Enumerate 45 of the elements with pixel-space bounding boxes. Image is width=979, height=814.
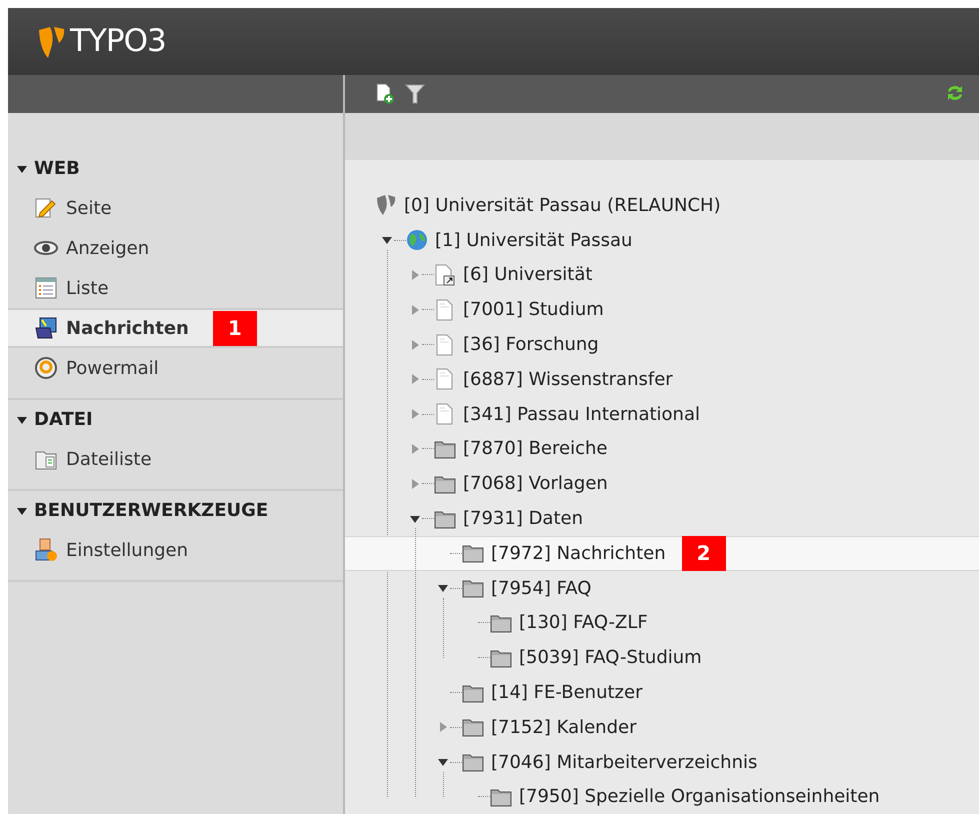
section-heading: DATEI bbox=[34, 408, 93, 432]
tree-node[interactable]: [5039] FAQ-Studium bbox=[345, 640, 979, 676]
collapse-arrow-icon[interactable] bbox=[437, 756, 449, 768]
tree-node[interactable]: [7931] Daten bbox=[345, 501, 979, 536]
module-link[interactable]: Liste bbox=[8, 268, 343, 308]
tree-node[interactable]: [7972] Nachrichten 2 bbox=[345, 536, 979, 571]
logo-icon bbox=[375, 194, 397, 216]
tree-node[interactable]: [7046] Mitarbeiterverzeichnis bbox=[345, 744, 979, 780]
globe-icon bbox=[406, 229, 428, 252]
tree-node[interactable]: [7950] Spezielle Organisationseinheiten bbox=[345, 780, 979, 814]
user-gear-icon bbox=[34, 538, 58, 562]
tree-node[interactable]: [341] Passau International bbox=[345, 396, 979, 432]
at-sign-icon bbox=[34, 356, 58, 380]
tree-node[interactable]: [130] FAQ-ZLF bbox=[345, 606, 979, 640]
filter-icon[interactable] bbox=[405, 83, 425, 105]
new-page-icon[interactable] bbox=[375, 83, 395, 105]
tree-node[interactable]: [7152] Kalender bbox=[345, 710, 979, 745]
section-heading: WEB bbox=[34, 157, 80, 181]
module-link[interactable]: Seite bbox=[8, 188, 343, 228]
tree-node[interactable]: [7001] Studium bbox=[345, 292, 979, 328]
tree-node[interactable]: [36] Forschung bbox=[345, 327, 979, 362]
tree-node[interactable]: [1] Universität Passau bbox=[345, 222, 979, 258]
news-icon bbox=[34, 316, 58, 340]
module-link[interactable]: Dateiliste bbox=[8, 439, 343, 479]
module-link[interactable]: Einstellungen bbox=[8, 530, 343, 570]
number-callout: 1 bbox=[212, 310, 257, 346]
collapse-arrow-icon[interactable] bbox=[437, 582, 449, 594]
logo-icon bbox=[36, 24, 66, 58]
pencil-page-icon bbox=[34, 196, 58, 220]
module-link[interactable]: Powermail bbox=[8, 348, 343, 388]
section-heading: BENUTZERWERKZEUGE bbox=[34, 499, 268, 523]
tree-node[interactable]: [0] Universität Passau (RELAUNCH) bbox=[345, 188, 979, 223]
tree-node[interactable]: [14] FE-Benutzer bbox=[345, 675, 979, 710]
tree-node[interactable]: [6] Universität bbox=[345, 258, 979, 292]
module-link[interactable]: Nachrichten 1 bbox=[8, 308, 343, 348]
tree-node[interactable]: [7068] Vorlagen bbox=[345, 466, 979, 502]
shortcut-page-icon bbox=[434, 264, 456, 286]
list-icon bbox=[34, 276, 58, 300]
tree-node[interactable]: [7954] FAQ bbox=[345, 570, 979, 606]
collapse-arrow-icon[interactable] bbox=[381, 234, 393, 246]
number-callout: 2 bbox=[682, 536, 726, 571]
tree-node[interactable]: [6887] Wissenstransfer bbox=[345, 362, 979, 397]
module-link[interactable]: Anzeigen bbox=[8, 228, 343, 268]
logo-text: TYPO3 bbox=[70, 22, 166, 62]
tree-node[interactable]: [7870] Bereiche bbox=[345, 432, 979, 466]
